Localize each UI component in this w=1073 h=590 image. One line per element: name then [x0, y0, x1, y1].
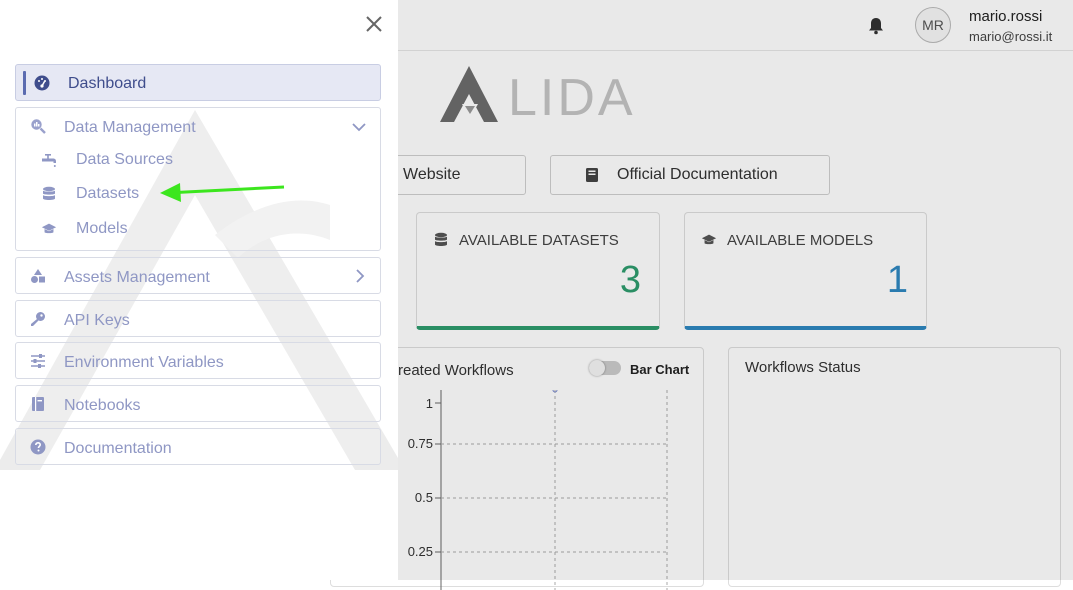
- key-icon: [31, 312, 45, 326]
- sidebar-item-notebooks[interactable]: Notebooks: [15, 385, 381, 422]
- graduation-cap-icon: [41, 223, 57, 234]
- sidebar-item-label: Models: [76, 220, 128, 237]
- sidebar-item-label: Dashboard: [68, 75, 147, 92]
- sidebar-item-label: Notebooks: [64, 397, 141, 414]
- sidebar-item-assets-management[interactable]: Assets Management: [15, 257, 381, 294]
- chevron-right-icon: [356, 269, 365, 283]
- sidebar-item-label: API Keys: [64, 312, 130, 329]
- sidebar-item-label: Data Sources: [76, 151, 173, 168]
- sidebar-item-api-keys[interactable]: API Keys: [15, 300, 381, 337]
- chevron-down-icon: [352, 123, 366, 132]
- sidebar-drawer: Dashboard Data Management Data Sources D…: [0, 0, 398, 580]
- sidebar-item-label: Assets Management: [64, 269, 210, 286]
- tachometer-icon: [34, 75, 50, 91]
- close-icon[interactable]: [364, 14, 384, 34]
- database-icon: [43, 186, 55, 200]
- annotation-arrow-icon: [160, 183, 285, 202]
- sidebar-item-models[interactable]: Models: [16, 214, 380, 244]
- sidebar-item-label: Environment Variables: [64, 354, 224, 371]
- data-management-toggle[interactable]: Data Management: [16, 108, 380, 144]
- sidebar-item-documentation[interactable]: Documentation: [15, 428, 381, 465]
- question-circle-icon: [30, 439, 46, 455]
- sidebar-item-label: Datasets: [76, 185, 140, 202]
- sidebar-item-dashboard[interactable]: Dashboard: [15, 64, 381, 101]
- faucet-icon: [42, 154, 56, 167]
- sliders-icon: [31, 354, 45, 368]
- sidebar-item-data-sources[interactable]: Data Sources: [16, 145, 380, 175]
- notebook-icon: [32, 397, 44, 411]
- sidebar-item-environment-variables[interactable]: Environment Variables: [15, 342, 381, 379]
- search-chart-icon: [31, 119, 46, 134]
- sidebar-item-label: Data Management: [64, 119, 196, 136]
- sidebar-item-label: Documentation: [64, 440, 172, 457]
- shapes-icon: [31, 269, 45, 283]
